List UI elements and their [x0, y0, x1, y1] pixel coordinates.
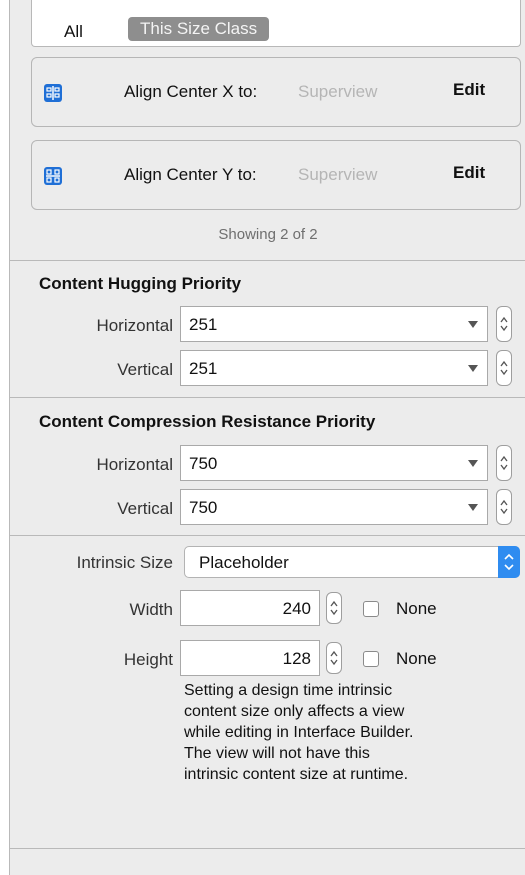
compression-vertical-combo[interactable]: 750	[180, 489, 488, 525]
compression-resistance-title: Content Compression Resistance Priority	[39, 412, 376, 431]
hugging-vertical-stepper[interactable]	[496, 350, 512, 386]
note-line: intrinsic content size at runtime.	[184, 766, 409, 783]
hugging-horizontal-combo[interactable]: 251	[180, 306, 488, 342]
content-hugging-title: Content Hugging Priority	[39, 274, 242, 293]
width-none-checkbox[interactable]	[363, 601, 379, 617]
segment-this-size-class[interactable]: This Size Class	[128, 17, 270, 41]
hugging-horizontal-label: Horizontal	[96, 316, 173, 335]
size-inspector-panel: All This Size Class Align Center X to: S…	[9, 0, 525, 875]
section-divider	[10, 260, 525, 261]
height-label: Height	[123, 650, 173, 669]
note-line: content size only affects a view	[184, 703, 405, 720]
constraints-count-text: Showing 2 of 2	[218, 226, 318, 243]
height-stepper[interactable]	[326, 642, 342, 674]
constraint-label: Align Center X to:	[124, 82, 258, 101]
stepper-arrows-icon	[500, 499, 508, 515]
constraint-label: Align Center Y to:	[124, 165, 257, 184]
compression-horizontal-label: Horizontal	[96, 455, 173, 474]
intrinsic-size-popup[interactable]: Placeholder	[184, 546, 520, 578]
constraint-card-center-x[interactable]: Align Center X to: Superview Edit	[31, 57, 521, 127]
intrinsic-size-note: Setting a design time intrinsic content …	[184, 680, 524, 785]
stepper-arrows-icon	[500, 316, 508, 332]
hugging-horizontal-stepper[interactable]	[496, 306, 512, 342]
popup-button[interactable]	[498, 546, 520, 578]
note-line: Setting a design time intrinsic	[184, 682, 393, 699]
combo-value: 251	[189, 359, 218, 378]
height-field[interactable]: 128	[180, 640, 320, 676]
constraint-card-center-y[interactable]: Align Center Y to: Superview Edit	[31, 140, 521, 210]
note-line: while editing in Interface Builder.	[184, 724, 414, 741]
combo-value: 251	[189, 315, 218, 334]
chevron-down-icon[interactable]	[468, 460, 478, 467]
compression-vertical-stepper[interactable]	[496, 489, 512, 525]
height-none-label: None	[396, 649, 437, 668]
height-value: 128	[282, 649, 311, 668]
width-label: Width	[129, 600, 173, 619]
compression-horizontal-combo[interactable]: 750	[180, 445, 488, 481]
width-field[interactable]: 240	[180, 590, 320, 626]
section-divider	[10, 397, 525, 398]
intrinsic-size-label: Intrinsic Size	[76, 553, 173, 572]
edit-button[interactable]: Edit	[453, 80, 485, 100]
edit-button[interactable]: Edit	[453, 163, 485, 183]
width-stepper[interactable]	[326, 592, 342, 624]
chevron-down-icon[interactable]	[468, 365, 478, 372]
section-divider	[10, 848, 525, 849]
hugging-vertical-label: Vertical	[117, 360, 173, 379]
popup-value: Placeholder	[199, 553, 289, 572]
up-down-chevron-icon	[504, 553, 514, 571]
align-center-y-icon	[44, 167, 62, 185]
width-value: 240	[282, 599, 311, 618]
align-center-x-icon	[44, 84, 62, 102]
compression-vertical-label: Vertical	[117, 499, 173, 518]
combo-value: 750	[189, 454, 218, 473]
stepper-arrows-icon	[500, 360, 508, 376]
size-class-segmented-control: All This Size Class	[31, 0, 521, 47]
stepper-arrows-icon	[330, 600, 338, 616]
combo-value: 750	[189, 498, 218, 517]
chevron-down-icon[interactable]	[468, 321, 478, 328]
stepper-arrows-icon	[500, 455, 508, 471]
section-divider	[10, 535, 525, 536]
constraint-target: Superview	[298, 165, 378, 184]
height-none-checkbox[interactable]	[363, 651, 379, 667]
stepper-arrows-icon	[330, 650, 338, 666]
constraint-target: Superview	[298, 82, 378, 101]
note-line: The view will not have this	[184, 745, 370, 762]
chevron-down-icon[interactable]	[468, 504, 478, 511]
hugging-vertical-combo[interactable]: 251	[180, 350, 488, 386]
segment-all[interactable]: All	[64, 22, 83, 42]
compression-horizontal-stepper[interactable]	[496, 445, 512, 481]
width-none-label: None	[396, 599, 437, 618]
